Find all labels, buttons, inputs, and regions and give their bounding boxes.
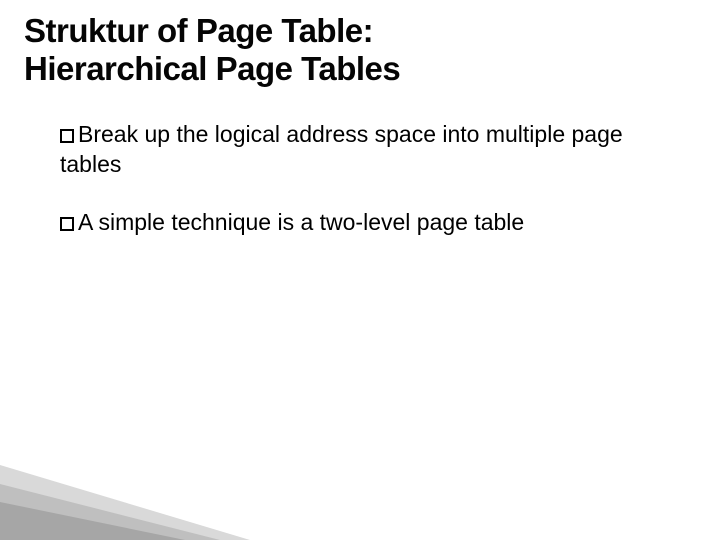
slide-body: Break up the logical address space into … <box>60 120 640 266</box>
title-line-1: Struktur of Page Table: <box>24 12 373 49</box>
bullet-text: Break up the logical address space into … <box>60 121 623 177</box>
slide: Struktur of Page Table: Hierarchical Pag… <box>0 0 720 540</box>
slide-title: Struktur of Page Table: Hierarchical Pag… <box>24 12 680 88</box>
corner-accent-icon <box>0 460 260 540</box>
bullet-text: A simple technique is a two-level page t… <box>78 209 524 235</box>
title-line-2: Hierarchical Page Tables <box>24 50 400 87</box>
bullet-item: Break up the logical address space into … <box>60 120 640 180</box>
square-bullet-icon <box>60 217 74 231</box>
square-bullet-icon <box>60 129 74 143</box>
bullet-item: A simple technique is a two-level page t… <box>60 208 640 238</box>
